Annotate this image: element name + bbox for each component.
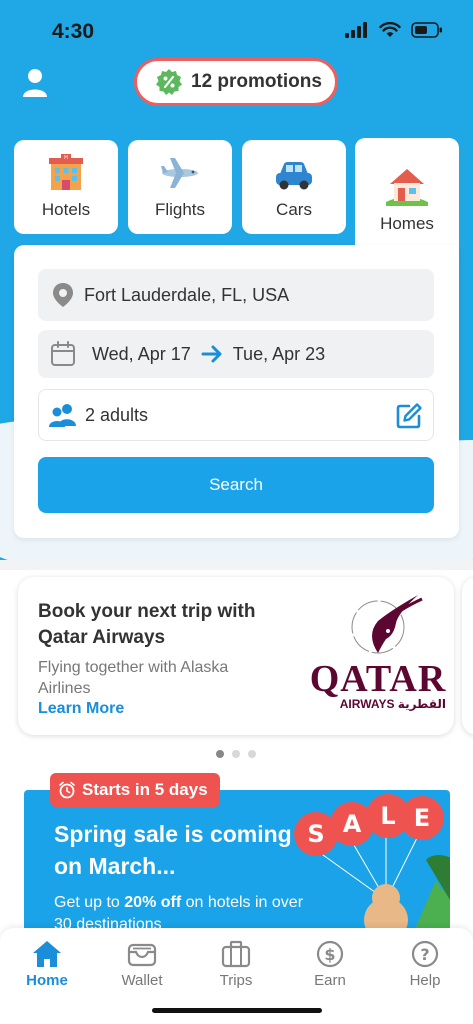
alarm-clock-icon <box>59 781 75 799</box>
house-icon <box>386 169 428 206</box>
nav-label: Help <box>409 972 441 989</box>
check-out-date: Tue, Apr 23 <box>232 343 326 364</box>
tab-label: Hotels <box>41 200 91 219</box>
status-icons <box>345 22 443 38</box>
promotions-label: 12 promotions <box>191 71 322 92</box>
profile-icon[interactable] <box>22 68 48 98</box>
banner-title: Spring sale is coming on March... <box>54 821 292 879</box>
spring-sale-banner[interactable]: Spring sale is coming on March... Get up… <box>24 790 450 950</box>
hotel-icon: H <box>49 154 83 190</box>
ad-subtitle: Flying together with Alaska Airlines <box>38 659 229 697</box>
countdown-label: Starts in 5 days <box>82 780 208 799</box>
location-pin-icon <box>53 283 73 307</box>
nav-home[interactable]: Home <box>9 940 85 989</box>
svg-text:S: S <box>307 820 324 848</box>
arrow-right-icon <box>201 345 222 363</box>
date-range-field[interactable]: Wed, Apr 17 Tue, Apr 23 <box>38 330 434 378</box>
ad-title: Book your next trip with Qatar Airways <box>38 601 256 648</box>
home-indicator <box>152 1008 322 1013</box>
status-bar: 4:30 <box>0 0 473 60</box>
dollar-coin-icon: $ <box>316 940 344 968</box>
svg-text:$: $ <box>324 945 335 964</box>
tab-label: Flights <box>154 200 206 219</box>
nav-earn[interactable]: $ Earn <box>292 940 368 989</box>
nav-label: Wallet <box>121 972 163 989</box>
qatar-airways-logo: QATAR AIRWAYS القطرية <box>308 591 448 721</box>
airplane-icon <box>161 158 198 188</box>
next-ad-card[interactable] <box>462 577 473 735</box>
qatar-logo-text: QATAR <box>309 658 447 700</box>
carousel-indicator <box>216 750 256 758</box>
suitcase-icon <box>221 940 251 968</box>
tab-label: Homes <box>380 214 434 233</box>
svg-text:A: A <box>343 810 362 838</box>
calendar-icon <box>51 341 75 366</box>
location-value: Fort Lauderdale, FL, USA <box>84 284 290 305</box>
carousel-dot[interactable] <box>248 750 256 758</box>
nav-trips[interactable]: Trips <box>198 940 274 989</box>
check-in-date: Wed, Apr 17 <box>92 343 191 364</box>
nav-label: Earn <box>314 972 346 989</box>
nav-label: Home <box>26 972 68 989</box>
qatar-airways-ad-card[interactable]: Book your next trip with Qatar Airways F… <box>18 577 454 735</box>
car-icon <box>276 162 312 190</box>
tab-flights[interactable]: Flights <box>128 140 232 234</box>
location-field[interactable]: Fort Lauderdale, FL, USA <box>38 269 434 321</box>
nav-label: Trips <box>219 972 253 989</box>
wallet-icon <box>127 943 157 967</box>
tab-label: Cars <box>276 200 312 219</box>
guests-field[interactable]: 2 adults <box>38 389 434 441</box>
edit-icon[interactable] <box>395 402 423 430</box>
status-time: 4:30 <box>52 20 95 43</box>
nav-help[interactable]: ? Help <box>387 940 463 989</box>
oryx-emblem-icon <box>351 595 423 654</box>
cellular-signal-icon <box>345 22 367 38</box>
discount-badge-icon <box>156 69 182 95</box>
search-button[interactable]: Search <box>38 457 434 513</box>
banner-subtitle-prefix: Get up to <box>54 894 125 911</box>
svg-text:H: H <box>64 155 68 161</box>
qatar-logo-subtext: AIRWAYS القطرية <box>339 697 446 711</box>
carousel-dot[interactable] <box>232 750 240 758</box>
section-divider <box>0 560 473 570</box>
countdown-badge: Starts in 5 days <box>50 773 220 807</box>
svg-text:E: E <box>414 804 430 832</box>
search-form: Fort Lauderdale, FL, USA Wed, Apr 17 Tue… <box>14 245 459 538</box>
promotions-button[interactable]: 12 promotions <box>134 58 338 106</box>
guests-value: 2 adults <box>85 404 149 425</box>
svg-text:L: L <box>380 802 395 830</box>
tab-hotels[interactable]: H Hotels <box>14 140 118 234</box>
banner-subtitle-highlight: 20% off <box>124 894 182 911</box>
carousel-dot[interactable] <box>216 750 224 758</box>
home-icon <box>33 941 61 967</box>
wifi-icon <box>379 22 401 37</box>
tab-homes[interactable]: Homes <box>355 138 459 248</box>
battery-icon <box>411 22 442 38</box>
svg-text:?: ? <box>420 945 429 964</box>
nav-wallet[interactable]: Wallet <box>104 940 180 989</box>
learn-more-link[interactable]: Learn More <box>38 700 124 718</box>
sale-balloons-illustration: S A L E <box>294 794 450 950</box>
people-icon <box>49 404 76 427</box>
help-icon: ? <box>411 940 439 968</box>
tab-cars[interactable]: Cars <box>242 140 346 234</box>
